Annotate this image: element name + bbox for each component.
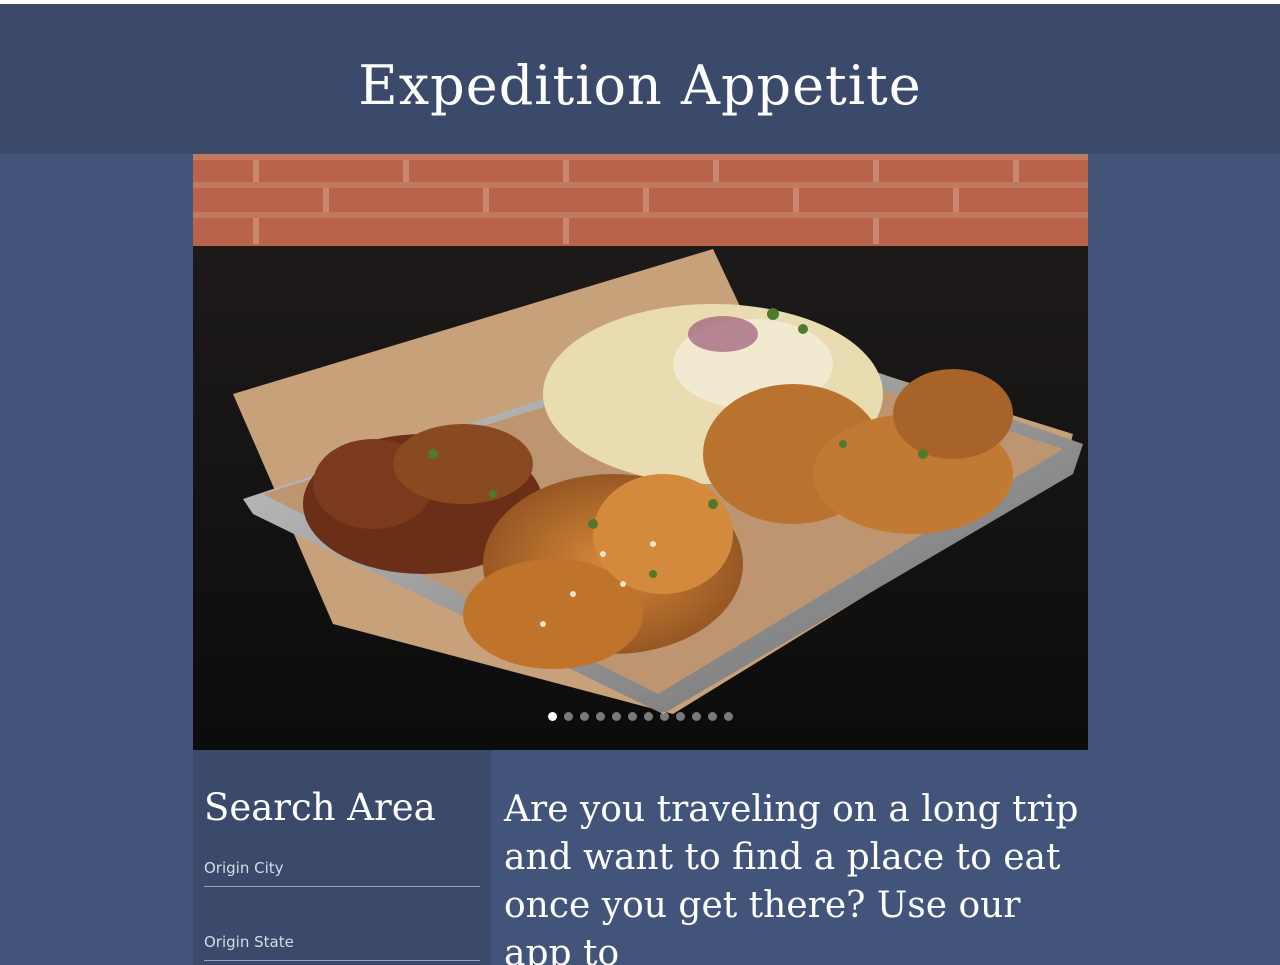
origin-state-input[interactable] [204,924,480,960]
origin-city-input[interactable] [204,850,480,886]
search-area-panel: Search Area [193,750,491,965]
carousel-dot[interactable] [564,712,573,721]
site-header: Expedition Appetite [0,4,1280,154]
carousel-dot[interactable] [724,712,733,721]
intro-text: Are you traveling on a long trip and wan… [504,789,1079,965]
page: Expedition Appetite Search Area Origin C… [0,0,1280,965]
carousel-dot[interactable] [644,712,653,721]
carousel-dot[interactable] [676,712,685,721]
origin-state-field [204,924,480,961]
carousel-indicators [193,712,1088,721]
carousel-dot[interactable] [628,712,637,721]
carousel-dot[interactable] [708,712,717,721]
origin-city-field [204,850,480,887]
carousel-image [193,154,1088,750]
carousel-dot[interactable] [612,712,621,721]
carousel-dot[interactable] [548,712,557,721]
site-title: Expedition Appetite [358,54,922,117]
image-carousel[interactable] [193,154,1088,750]
carousel-dot[interactable] [596,712,605,721]
carousel-dot[interactable] [580,712,589,721]
carousel-dot[interactable] [660,712,669,721]
carousel-dot[interactable] [692,712,701,721]
search-area-title: Search Area [204,786,436,829]
